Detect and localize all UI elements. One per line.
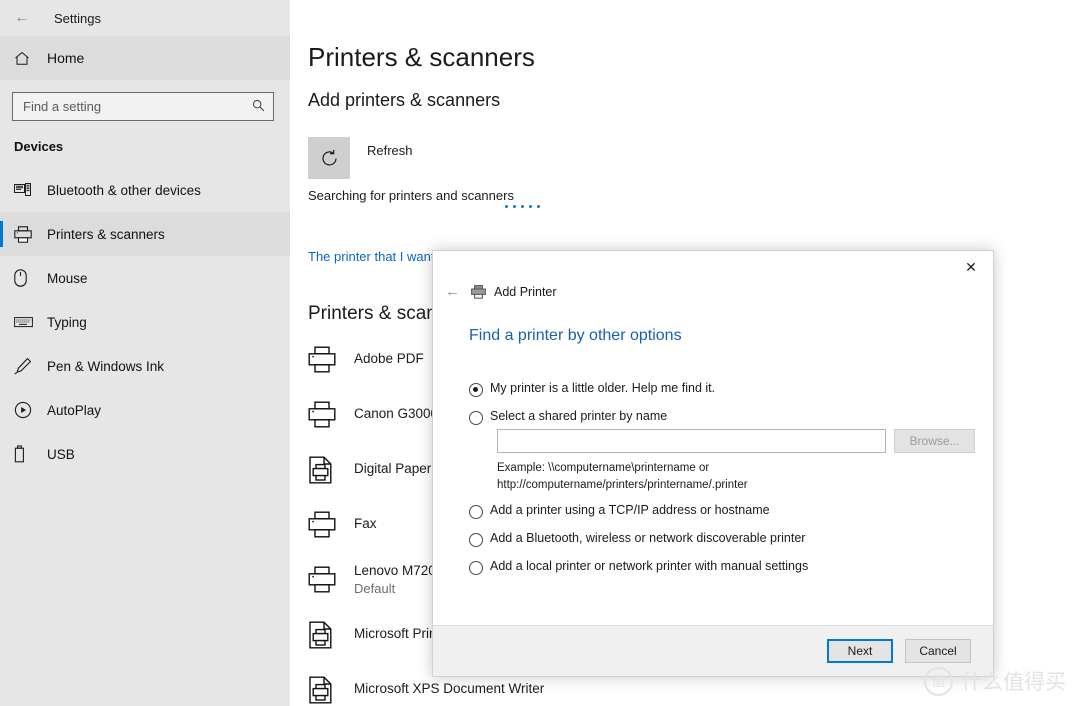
- radio-button[interactable]: [469, 383, 483, 397]
- refresh-label-wrap: Refresh: [367, 142, 413, 160]
- dialog-title: Add Printer: [494, 284, 557, 299]
- back-arrow-icon[interactable]: ←: [445, 283, 469, 300]
- sidebar-item-usb[interactable]: USB: [0, 432, 290, 476]
- radio-label: Select a shared printer by name: [490, 409, 668, 423]
- radio-label: Add a Bluetooth, wireless or network dis…: [490, 531, 806, 546]
- add-printers-section-title: Add printers & scanners: [308, 90, 501, 110]
- search-icon: [252, 99, 265, 115]
- radio-button[interactable]: [469, 561, 483, 576]
- dialog-body: My printer is a little older. Help me fi…: [469, 381, 975, 587]
- sidebar-item-bluetooth-other-devices[interactable]: Bluetooth & other devices: [0, 168, 290, 212]
- printer-icon: [308, 566, 348, 593]
- radio-option-bluetooth-wireless[interactable]: Add a Bluetooth, wireless or network dis…: [469, 531, 975, 548]
- printer-name: Adobe PDF: [354, 351, 424, 367]
- add-printer-dialog: ✕ ← Add Printer Find a printer by other …: [432, 250, 994, 677]
- refresh-row: [308, 137, 350, 179]
- sidebar-item-label: AutoPlay: [47, 402, 102, 418]
- printer-icon: [308, 511, 348, 538]
- radio-option-shared-printer[interactable]: Select a shared printer by name: [469, 409, 975, 425]
- watermark-text: 什么值得买: [961, 670, 1066, 694]
- sidebar-home-label: Home: [47, 50, 85, 66]
- search-input[interactable]: [13, 93, 240, 120]
- back-arrow-icon[interactable]: ←: [0, 2, 44, 34]
- searching-status-text: Searching for printers and scanners: [308, 188, 514, 203]
- sidebar-item-label: Pen & Windows Ink: [47, 358, 165, 374]
- radio-option-tcpip[interactable]: Add a printer using a TCP/IP address or …: [469, 503, 975, 520]
- document-printer-icon: [308, 621, 348, 649]
- loading-dots-icon: [505, 205, 540, 208]
- list-item-texts: Adobe PDF: [354, 350, 424, 368]
- printer-icon: [14, 224, 40, 244]
- sidebar-nav-list: Bluetooth & other devices Printers & sca…: [0, 168, 290, 476]
- sidebar-item-autoplay[interactable]: AutoPlay: [0, 388, 290, 432]
- radio-option-older-printer[interactable]: My printer is a little older. Help me fi…: [469, 381, 975, 397]
- printer-name: Fax: [354, 516, 377, 532]
- sidebar-item-typing[interactable]: Typing: [0, 300, 290, 344]
- printer-icon: [471, 284, 486, 299]
- sidebar-item-mouse[interactable]: Mouse: [0, 256, 290, 300]
- shared-printer-group: Browse... Example: \\computername\printe…: [497, 429, 975, 493]
- radio-label: Add a printer using a TCP/IP address or …: [490, 503, 770, 518]
- window-title: Settings: [54, 10, 101, 26]
- shared-printer-name-input[interactable]: [497, 429, 887, 453]
- sidebar-item-label: Bluetooth & other devices: [47, 182, 201, 198]
- bluetooth-devices-icon: [14, 180, 40, 200]
- printer-name: Microsoft XPS Document Writer: [354, 681, 545, 697]
- sidebar-item-pen-windows-ink[interactable]: Pen & Windows Ink: [0, 344, 290, 388]
- sidebar-item-label: Mouse: [47, 270, 88, 286]
- sidebar-item-label: USB: [47, 446, 75, 462]
- dialog-header: ← Add Printer: [445, 283, 557, 300]
- sidebar-item-label: Printers & scanners: [47, 226, 165, 242]
- document-printer-icon: [308, 676, 348, 704]
- radio-label: Add a local printer or network printer w…: [490, 559, 809, 574]
- refresh-label: Refresh: [367, 143, 413, 158]
- refresh-button[interactable]: [308, 137, 350, 179]
- sidebar-item-label: Typing: [47, 314, 87, 330]
- dialog-heading: Find a printer by other options: [469, 327, 682, 344]
- example-line-2: http://computername/printers/printername…: [497, 478, 748, 491]
- settings-sidebar: Home Devices: [0, 36, 290, 706]
- sidebar-item-printers-scanners[interactable]: Printers & scanners: [0, 212, 290, 256]
- watermark: 值 什么值得买: [924, 666, 1066, 696]
- radio-label: My printer is a little older. Help me fi…: [490, 381, 716, 395]
- printer-icon: [308, 346, 348, 373]
- dialog-footer: Next Cancel: [433, 625, 993, 676]
- list-item-texts: Microsoft XPS Document Writer: [354, 680, 544, 698]
- sidebar-section-devices: Devices: [14, 139, 64, 154]
- printer-name: Digital Paper: [354, 461, 432, 477]
- radio-button[interactable]: [469, 411, 483, 425]
- radio-button[interactable]: [469, 533, 483, 548]
- browse-button[interactable]: Browse...: [894, 429, 975, 453]
- document-printer-icon: [308, 456, 348, 484]
- shared-printer-input-row: Browse...: [497, 429, 975, 453]
- radio-button[interactable]: [469, 505, 483, 520]
- next-button[interactable]: Next: [827, 639, 893, 663]
- home-icon: [14, 51, 40, 66]
- autoplay-icon: [14, 400, 40, 420]
- shared-printer-example: Example: \\computername\printername or h…: [497, 460, 975, 493]
- sidebar-item-home[interactable]: Home: [0, 36, 290, 80]
- settings-titlebar: ← Settings: [0, 0, 290, 36]
- list-item-texts: Fax: [354, 515, 377, 533]
- search-box[interactable]: [12, 92, 274, 121]
- example-line-1: Example: \\computername\printername or: [497, 462, 710, 474]
- keyboard-icon: [14, 312, 40, 332]
- printer-icon: [308, 401, 348, 428]
- radio-option-local-manual[interactable]: Add a local printer or network printer w…: [469, 559, 975, 576]
- cancel-button[interactable]: Cancel: [905, 639, 971, 663]
- page-title: Printers & scanners: [308, 42, 535, 72]
- mouse-icon: [14, 268, 40, 288]
- close-icon[interactable]: ✕: [949, 251, 993, 283]
- usb-icon: [14, 444, 40, 464]
- watermark-badge: 值: [924, 666, 953, 696]
- list-item-texts: Digital Paper: [354, 460, 431, 478]
- screen-root: ← Settings Home Find a setting Devices B…: [0, 0, 1080, 706]
- pen-icon: [14, 356, 40, 376]
- sidebar-search-wrap: [0, 80, 290, 121]
